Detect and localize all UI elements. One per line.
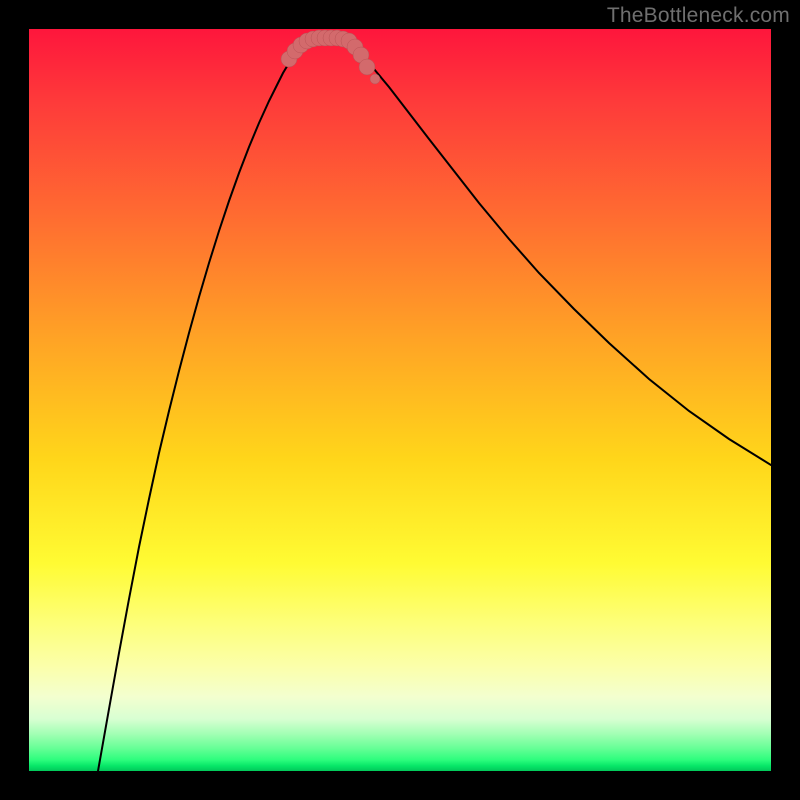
heat-gradient (29, 29, 771, 771)
outer-frame: TheBottleneck.com (0, 0, 800, 800)
watermark-text: TheBottleneck.com (607, 4, 790, 28)
plot-background (29, 29, 771, 771)
